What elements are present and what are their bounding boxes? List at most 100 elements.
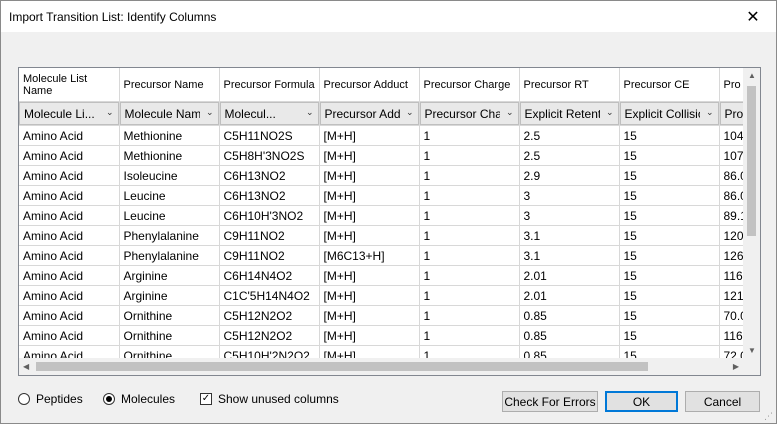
table-row[interactable]: Amino Acid Ornithine C5H10H'2N2O2 [M+H] 1 0.8…	[19, 345, 743, 358]
table-row[interactable]: Amino Acid Phenylalanine C9H11NO2 [M+H] 1 3.1…	[19, 225, 743, 246]
table-cell[interactable]: 0.85	[519, 325, 620, 346]
table-cell[interactable]: 121	[719, 285, 743, 306]
table-cell[interactable]: [M+H]	[319, 265, 420, 286]
column-type-dropdown[interactable]: Explicit Collisio... ⌄	[619, 101, 720, 126]
table-cell[interactable]: 2.5	[519, 145, 620, 166]
table-row[interactable]: Amino Acid Isoleucine C6H13NO2 [M+H] 1 2.9 15 8…	[19, 165, 743, 186]
table-cell[interactable]: 120	[719, 225, 743, 246]
table-cell[interactable]: 1	[419, 165, 520, 186]
table-cell[interactable]: C6H14N4O2	[219, 265, 320, 286]
scroll-up-icon[interactable]: ▲	[748, 71, 756, 80]
column-type-dropdown[interactable]: Precursor Adduct ⌄	[319, 101, 420, 126]
table-row[interactable]: Amino Acid Methionine C5H8H'3NO2S [M+H] 1 2.5…	[19, 145, 743, 166]
dropdown-box[interactable]: Precursor Charge ⌄	[419, 102, 518, 125]
dropdown-box[interactable]: Molecule Li... ⌄	[19, 102, 118, 125]
table-cell[interactable]: [M+H]	[319, 125, 420, 146]
table-cell[interactable]: C9H11NO2	[219, 245, 320, 266]
check-for-errors-button[interactable]: Check For Errors	[502, 391, 598, 412]
table-cell[interactable]: Ornithine	[119, 325, 220, 346]
table-cell[interactable]: C6H10H'3NO2	[219, 205, 320, 226]
table-cell[interactable]: 126	[719, 245, 743, 266]
show-unused-columns-checkbox[interactable]: ✓ Show unused columns	[200, 392, 339, 406]
close-button[interactable]: ✕	[730, 1, 776, 32]
table-cell[interactable]: 1	[419, 265, 520, 286]
chevron-down-icon[interactable]: ⌄	[306, 107, 314, 118]
table-cell[interactable]: 107	[719, 145, 743, 166]
table-cell[interactable]: 116	[719, 325, 743, 346]
table-cell[interactable]: 15	[619, 345, 720, 358]
table-row[interactable]: Amino Acid Ornithine C5H12N2O2 [M+H] 1 0.85 15…	[19, 325, 743, 346]
table-cell[interactable]: C5H12N2O2	[219, 325, 320, 346]
table-cell[interactable]: [M+H]	[319, 185, 420, 206]
table-cell[interactable]: C5H12N2O2	[219, 305, 320, 326]
table-cell[interactable]: 3	[519, 205, 620, 226]
table-row[interactable]: Amino Acid Arginine C1C'5H14N4O2 [M+H] 1 2.01…	[19, 285, 743, 306]
table-cell[interactable]: 2.9	[519, 165, 620, 186]
table-cell[interactable]: 15	[619, 185, 720, 206]
table-cell[interactable]: C6H13NO2	[219, 185, 320, 206]
table-cell[interactable]: 1	[419, 145, 520, 166]
table-cell[interactable]: Leucine	[119, 185, 220, 206]
table-cell[interactable]: C5H10H'2N2O2	[219, 345, 320, 358]
chevron-down-icon[interactable]: ⌄	[106, 107, 114, 118]
table-cell[interactable]: 3	[519, 185, 620, 206]
scroll-left-icon[interactable]: ◀	[23, 362, 29, 371]
molecules-radio[interactable]: Molecules	[103, 392, 175, 406]
cancel-button[interactable]: Cancel	[685, 391, 760, 412]
table-cell[interactable]: 3.1	[519, 245, 620, 266]
table-cell[interactable]: C6H13NO2	[219, 165, 320, 186]
table-cell[interactable]: Amino Acid	[19, 245, 120, 266]
table-cell[interactable]: Amino Acid	[19, 325, 120, 346]
table-cell[interactable]: [M+H]	[319, 225, 420, 246]
table-cell[interactable]: 15	[619, 305, 720, 326]
table-cell[interactable]: [M+H]	[319, 305, 420, 326]
table-cell[interactable]: 15	[619, 265, 720, 286]
title-bar[interactable]: Import Transition List: Identify Columns…	[1, 1, 776, 32]
table-cell[interactable]: C9H11NO2	[219, 225, 320, 246]
table-cell[interactable]: C1C'5H14N4O2	[219, 285, 320, 306]
table-cell[interactable]: 15	[619, 145, 720, 166]
table-cell[interactable]: 0.85	[519, 345, 620, 358]
table-cell[interactable]: 15	[619, 125, 720, 146]
table-cell[interactable]: Ornithine	[119, 345, 220, 358]
table-cell[interactable]: C5H11NO2S	[219, 125, 320, 146]
table-row[interactable]: Amino AcidLeucineC6H13NO2[M+H]131586.0	[19, 185, 743, 206]
table-cell[interactable]: 15	[619, 165, 720, 186]
column-type-dropdown[interactable]: Explicit Retenti... ⌄	[519, 101, 620, 126]
table-cell[interactable]: Amino Acid	[19, 225, 120, 246]
table-cell[interactable]: Phenylalanine	[119, 225, 220, 246]
chevron-down-icon[interactable]: ⌄	[706, 107, 714, 118]
table-cell[interactable]: 1	[419, 285, 520, 306]
table-row[interactable]: Amino Acid Ornithine C5H12N2O2 [M+H] 1 0.85 15…	[19, 305, 743, 326]
table-cell[interactable]: [M+H]	[319, 325, 420, 346]
table-cell[interactable]: 15	[619, 285, 720, 306]
chevron-down-icon[interactable]: ⌄	[206, 107, 214, 118]
resize-grip-icon[interactable]: ⋰	[764, 411, 774, 421]
table-cell[interactable]: 86.0	[719, 165, 743, 186]
ok-button[interactable]: OK	[605, 391, 678, 412]
column-type-dropdown[interactable]: Precursor Charge ⌄	[419, 101, 520, 126]
dropdown-box[interactable]: Molecul... ⌄	[219, 102, 318, 125]
vertical-scroll-thumb[interactable]	[747, 86, 756, 236]
table-cell[interactable]: Phenylalanine	[119, 245, 220, 266]
table-cell[interactable]: [M+H]	[319, 165, 420, 186]
table-cell[interactable]: 0.85	[519, 305, 620, 326]
table-cell[interactable]: 104	[719, 125, 743, 146]
chevron-down-icon[interactable]: ⌄	[506, 107, 514, 118]
dropdown-box[interactable]: Pro	[719, 102, 743, 125]
table-cell[interactable]: Amino Acid	[19, 125, 120, 146]
table-cell[interactable]: 1	[419, 245, 520, 266]
column-type-dropdown[interactable]: Molecule Name ⌄	[119, 101, 220, 126]
table-cell[interactable]: 2.5	[519, 125, 620, 146]
column-type-dropdown[interactable]: Molecul... ⌄	[219, 101, 320, 126]
table-cell[interactable]: 89.1	[719, 205, 743, 226]
table-row[interactable]: Amino Acid Arginine C6H14N4O2 [M+H] 1 2.01 15 1…	[19, 265, 743, 286]
table-cell[interactable]: Leucine	[119, 205, 220, 226]
table-cell[interactable]: Amino Acid	[19, 185, 120, 206]
table-cell[interactable]: Amino Acid	[19, 345, 120, 358]
table-cell[interactable]: 116	[719, 265, 743, 286]
table-cell[interactable]: Amino Acid	[19, 305, 120, 326]
table-cell[interactable]: C5H8H'3NO2S	[219, 145, 320, 166]
table-cell[interactable]: 1	[419, 345, 520, 358]
table-cell[interactable]: Amino Acid	[19, 165, 120, 186]
